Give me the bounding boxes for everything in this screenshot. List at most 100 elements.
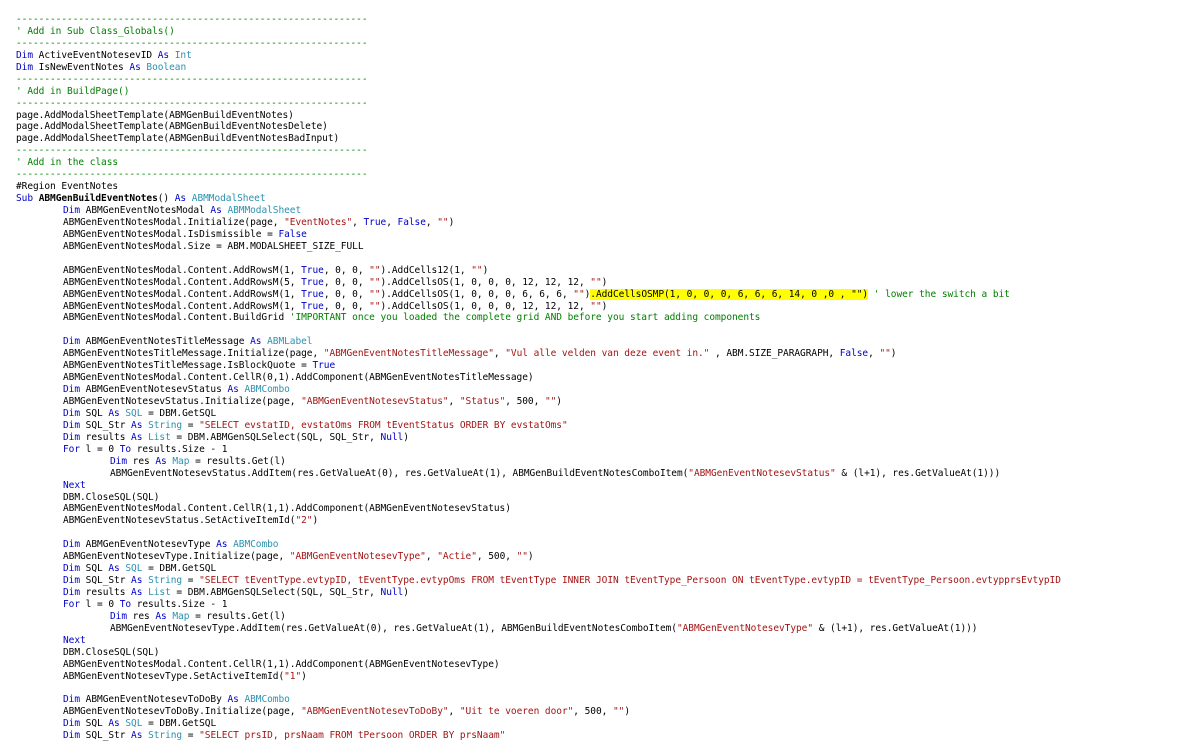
code-text: ABMGenEventNotesModal.Content.CellR(0,1)… bbox=[63, 372, 534, 384]
code-text: ) bbox=[601, 300, 608, 312]
code-type: ABMCombo bbox=[244, 694, 290, 706]
code-line: DBM.CloseSQL(SQL) bbox=[16, 647, 1061, 659]
code-text: SQL bbox=[80, 563, 109, 575]
code-keyword: Dim bbox=[63, 718, 81, 730]
code-line: Dim results As List = DBM.ABMGenSQLSelec… bbox=[16, 587, 1061, 599]
code-text: = results.Get(l) bbox=[189, 455, 286, 467]
code-string: "Uit te voeren door" bbox=[459, 706, 574, 718]
code-line: ABMGenEventNotesModal.IsDismissible = Fa… bbox=[16, 229, 1061, 241]
code-type: Map bbox=[172, 455, 190, 467]
code-keyword: True bbox=[301, 276, 324, 288]
code-text: ABMGenEventNotesevType.SetActiveItemId( bbox=[63, 670, 285, 682]
code-line: Dim IsNewEventNotes As Boolean bbox=[16, 62, 1061, 74]
code-string: "" bbox=[573, 288, 585, 300]
code-text: results.Size - 1 bbox=[131, 598, 228, 610]
code-line: Dim ABMGenEventNotesevType As ABMCombo bbox=[16, 539, 1061, 551]
code-line: ABMGenEventNotesModal.Content.CellR(1,1)… bbox=[16, 659, 1061, 671]
code-text: ABMGenEventNotesevToDoBy bbox=[80, 694, 228, 706]
code-text: ) bbox=[301, 670, 307, 682]
code-text: results.Size - 1 bbox=[131, 443, 228, 455]
code-type: ABMCombo bbox=[244, 384, 290, 396]
code-text: = results.Get(l) bbox=[189, 610, 286, 622]
code-line: Dim SQL As SQL = DBM.GetSQL bbox=[16, 718, 1061, 730]
code-text: SQL_Str bbox=[80, 575, 132, 587]
code-text: ABMGenEventNotesModal.Content.CellR(1,1)… bbox=[63, 503, 511, 515]
code-text: #Region EventNotes bbox=[16, 181, 119, 193]
code-text: SQL bbox=[80, 718, 109, 730]
code-line: ABMGenEventNotesModal.Content.AddRowsM(1… bbox=[16, 265, 1061, 277]
code-keyword: Dim bbox=[110, 455, 128, 467]
code-type: List bbox=[148, 431, 171, 443]
code-keyword: True bbox=[301, 288, 324, 300]
code-line: ABMGenEventNotesTitleMessage.Initialize(… bbox=[16, 348, 1061, 360]
code-string: "" bbox=[544, 396, 557, 407]
code-text: page.AddModalSheetTemplate(ABMGenBuildEv… bbox=[16, 121, 328, 133]
code-keyword: Dim bbox=[63, 431, 81, 443]
code-type: ABMLabel bbox=[267, 336, 313, 348]
code-line: Dim res As Map = results.Get(l) bbox=[16, 611, 1061, 623]
code-line: ABMGenEventNotesevStatus.SetActiveItemId… bbox=[16, 515, 1061, 527]
code-text: SQL bbox=[80, 407, 109, 419]
code-keyword: Dim bbox=[63, 730, 81, 742]
code-keyword: True bbox=[301, 264, 324, 276]
code-text: ABMGenEventNotesevType bbox=[80, 539, 217, 551]
code-text: , 0, 0, bbox=[323, 276, 370, 288]
code-text: = DBM.ABMGenSQLSelect(SQL, SQL_Str, bbox=[170, 431, 381, 443]
code-line: ABMGenEventNotesModal.Content.AddRowsM(5… bbox=[16, 277, 1061, 289]
code-keyword: As bbox=[108, 563, 120, 575]
code-type: Boolean bbox=[146, 61, 187, 73]
code-type: String bbox=[148, 575, 183, 587]
code-line: #Region EventNotes bbox=[16, 181, 1061, 193]
code-text: , bbox=[448, 396, 460, 407]
code-line: page.AddModalSheetTemplate(ABMGenBuildEv… bbox=[16, 133, 1061, 145]
code-string: "" bbox=[516, 551, 528, 563]
code-text: , 0, 0, bbox=[323, 288, 370, 300]
code-text: () bbox=[157, 193, 175, 205]
code-highlight: .AddCellsOSMP(1, 0, 0, 0, 6, 6, 6, 14, 0… bbox=[590, 288, 869, 300]
code-text: ABMGenEventNotesModal.Content.CellR(1,1)… bbox=[63, 658, 500, 670]
code-text: ABMGenEventNotesTitleMessage.Initialize(… bbox=[63, 348, 324, 360]
code-text: , bbox=[352, 216, 364, 228]
code-text: ABMGenEventNotesevStatus bbox=[80, 384, 228, 396]
code-string: "Vul alle velden van deze event in." bbox=[505, 348, 710, 360]
code-comment: ----------------------------------------… bbox=[16, 37, 368, 49]
code-keyword: As bbox=[131, 431, 143, 443]
code-text: ABMGenEventNotesevStatus.Initialize(page… bbox=[63, 396, 302, 407]
code-text: , 500, bbox=[476, 551, 517, 563]
code-line: ----------------------------------------… bbox=[16, 145, 1061, 157]
code-line: Dim ActiveEventNotesevID As Int bbox=[16, 50, 1061, 62]
code-text: SQL_Str bbox=[80, 419, 132, 431]
code-editor[interactable]: ----------------------------------------… bbox=[0, 0, 1192, 754]
code-line: ABMGenEventNotesTitleMessage.IsBlockQuot… bbox=[16, 360, 1061, 372]
code-line: Sub ABMGenBuildEventNotes() As ABMModalS… bbox=[16, 193, 1061, 205]
code-keyword: As bbox=[108, 407, 120, 419]
code-keyword: Dim bbox=[63, 563, 81, 575]
code-text: ABMGenEventNotesevType.AddItem(res.GetVa… bbox=[110, 622, 677, 634]
code-text: DBM.CloseSQL(SQL) bbox=[63, 646, 160, 658]
code-text: res bbox=[127, 610, 156, 622]
code-line: page.AddModalSheetTemplate(ABMGenBuildEv… bbox=[16, 110, 1061, 122]
code-string: "" bbox=[369, 264, 381, 276]
code-keyword: True bbox=[312, 360, 336, 372]
code-text: ABMGenEventNotesModal.Initialize(page, bbox=[63, 216, 285, 228]
code-keyword: Dim bbox=[63, 539, 81, 551]
code-keyword: As bbox=[131, 575, 143, 587]
code-string: "" bbox=[369, 300, 381, 312]
code-keyword: As bbox=[155, 610, 167, 622]
code-keyword: Dim bbox=[63, 384, 81, 396]
code-text: ).AddCells12(1, bbox=[380, 264, 472, 276]
code-comment: ' lower the switch a bit bbox=[873, 288, 1010, 300]
code-string: "1" bbox=[284, 670, 302, 682]
code-string: "SELECT prsID, prsNaam FROM tPersoon ORD… bbox=[199, 730, 506, 742]
code-text: ABMGenEventNotesevStatus.AddItem(res.Get… bbox=[110, 467, 689, 479]
code-line: ----------------------------------------… bbox=[16, 38, 1061, 50]
code-text: ABMGenEventNotesModal.Content.AddRowsM(5… bbox=[63, 276, 302, 288]
code-comment: ----------------------------------------… bbox=[16, 14, 368, 25]
code-keyword: As bbox=[155, 455, 167, 467]
code-text: SQL_Str bbox=[80, 730, 132, 742]
code-keyword: As bbox=[157, 49, 170, 61]
code-line: ABMGenEventNotesevType.Initialize(page, … bbox=[16, 551, 1061, 563]
code-text: = bbox=[182, 575, 200, 587]
